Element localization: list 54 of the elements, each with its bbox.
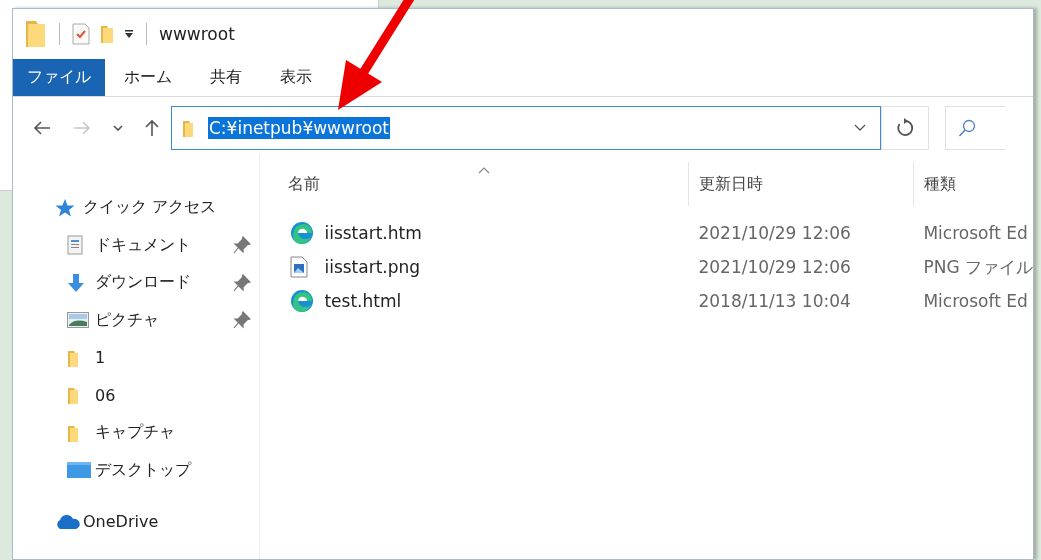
column-header-label: 種類: [924, 173, 957, 195]
search-field[interactable]: [945, 106, 1005, 150]
cloud-icon: [55, 513, 81, 530]
ribbon-tab[interactable]: 共有: [191, 59, 261, 96]
file-date: 2018/11/13 10:04: [697, 291, 852, 311]
file-date: 2021/10/29 12:06: [697, 257, 852, 277]
sidebar-item[interactable]: デスクトップ: [95, 459, 260, 481]
search-icon: [958, 119, 976, 137]
sidebar-item[interactable]: クイック アクセス: [83, 197, 260, 219]
folder-icon: [67, 423, 79, 442]
column-header[interactable]: 種類: [913, 162, 1033, 206]
column-header[interactable]: 更新日時: [688, 162, 914, 206]
landscape-picture-icon: [67, 312, 89, 329]
file-name[interactable]: iisstart.png: [324, 257, 421, 277]
desktop-icon: [67, 462, 91, 479]
ribbon-tab[interactable]: ファイル: [13, 59, 105, 96]
window-title: wwwroot: [159, 24, 235, 44]
properties-icon[interactable]: [72, 23, 90, 45]
address-field[interactable]: C:¥inetpub¥wwwroot: [171, 106, 881, 150]
sidebar-item[interactable]: ドキュメント: [95, 234, 234, 256]
file-type: Microsoft Ed: [922, 291, 1029, 311]
ribbon-tab[interactable]: 表示: [261, 59, 320, 96]
folder-icon: [182, 119, 194, 137]
browser-file-icon: [290, 289, 315, 313]
column-header-label: 名前: [288, 173, 321, 195]
download-arrow-icon: [67, 272, 85, 293]
folder-icon: [67, 386, 79, 405]
image-file-icon: [290, 256, 309, 278]
file-type: PNG ファイル: [922, 255, 1033, 279]
sidebar-item[interactable]: ピクチャ: [95, 309, 234, 331]
refresh-button[interactable]: [881, 106, 929, 150]
file-name[interactable]: iisstart.htm: [324, 223, 422, 243]
sidebar-item[interactable]: OneDrive: [83, 512, 260, 532]
refresh-icon: [896, 118, 914, 138]
file-name[interactable]: test.html: [324, 291, 402, 311]
file-date: 2021/10/29 12:06: [697, 223, 852, 243]
column-header-label: 更新日時: [699, 173, 764, 195]
document-icon: [67, 235, 83, 256]
chevron-down-icon[interactable]: [113, 124, 123, 132]
sidebar-item[interactable]: 1: [95, 348, 260, 368]
address-text: C:¥inetpub¥wwwroot: [208, 117, 390, 139]
column-header[interactable]: 名前: [260, 162, 689, 206]
sidebar-item[interactable]: キャプチャ: [95, 422, 260, 444]
chevron-down-icon[interactable]: [854, 124, 866, 132]
browser-file-icon: [290, 221, 315, 245]
star-icon: [55, 197, 75, 218]
up-arrow-icon[interactable]: [145, 119, 159, 137]
sidebar-item[interactable]: ダウンロード: [95, 272, 234, 294]
file-type: Microsoft Ed: [922, 223, 1029, 243]
ribbon-tab[interactable]: ホーム: [105, 59, 191, 96]
folder-icon: [67, 348, 79, 367]
customize-dropdown-icon[interactable]: [124, 29, 134, 39]
sidebar-item[interactable]: 06: [95, 385, 260, 405]
back-arrow-icon[interactable]: [33, 121, 51, 135]
